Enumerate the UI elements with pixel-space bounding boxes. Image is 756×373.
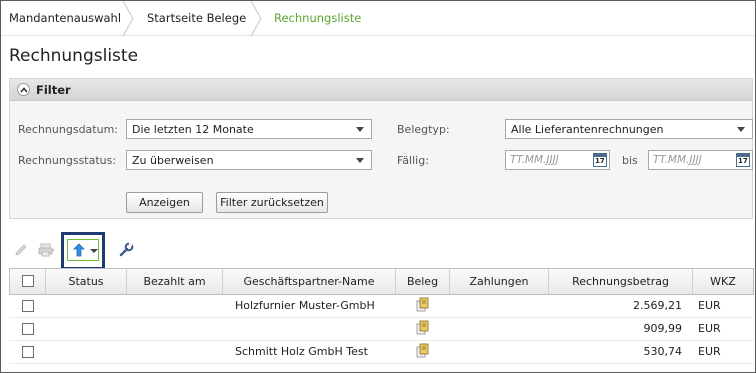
cell-bezahlt-am xyxy=(126,295,222,317)
dropdown-arrow-icon xyxy=(356,158,364,163)
breadcrumb-item-rechnungsliste[interactable]: Rechnungsliste xyxy=(274,1,361,36)
pencil-icon[interactable] xyxy=(14,243,28,257)
faellig-to-placeholder: TT.MM.JJJJ xyxy=(653,154,702,166)
table-row[interactable]: 909,99 EUR xyxy=(9,318,754,341)
cell-rechnungsbetrag: 530,74 xyxy=(643,345,683,358)
breadcrumb-item-startseite-belege[interactable]: Startseite Belege xyxy=(147,1,246,36)
row-checkbox[interactable] xyxy=(22,346,34,358)
print-icon[interactable] xyxy=(38,242,56,258)
cell-status xyxy=(45,318,126,340)
upload-arrow-icon xyxy=(73,243,85,257)
calendar-icon[interactable]: 17 xyxy=(736,153,750,167)
row-checkbox[interactable] xyxy=(22,323,34,335)
cell-rechnungsbetrag: 2.569,21 xyxy=(633,299,682,312)
document-icon[interactable] xyxy=(415,343,429,359)
rechnungsstatus-label: Rechnungsstatus: xyxy=(18,154,117,167)
wrench-icon[interactable] xyxy=(119,242,134,257)
faellig-from-placeholder: TT.MM.JJJJ xyxy=(510,154,559,166)
cell-wkz: EUR xyxy=(698,345,721,358)
column-header-wkz[interactable]: WKZ xyxy=(693,269,753,294)
rechnungsstatus-value: Zu überweisen xyxy=(132,154,214,167)
collapse-chevron-icon[interactable] xyxy=(17,83,30,96)
filter-title: Filter xyxy=(36,83,71,97)
cell-status xyxy=(45,341,126,363)
select-all-checkbox[interactable] xyxy=(22,275,34,287)
belegtyp-value: Alle Lieferantenrechnungen xyxy=(511,123,664,136)
table-header: Status Bezahlt am Geschäftspartner-Name … xyxy=(9,268,754,295)
breadcrumb-separator-icon xyxy=(250,1,262,36)
table-row[interactable]: Schmitt Holz GmbH Test 530,74 EUR xyxy=(9,341,754,364)
cell-wkz: EUR xyxy=(698,322,721,335)
column-header-beleg[interactable]: Beleg xyxy=(396,269,450,294)
filter-panel: Filter Rechnungsdatum: Die letzten 12 Mo… xyxy=(9,78,753,219)
rechnungsdatum-value: Die letzten 12 Monate xyxy=(132,123,254,136)
sort-button[interactable] xyxy=(67,239,99,261)
dropdown-arrow-icon xyxy=(356,127,364,132)
app-frame: Mandantenauswahl Startseite Belege Rechn… xyxy=(0,0,756,373)
cell-partner xyxy=(235,318,395,340)
belegtyp-label: Belegtyp: xyxy=(397,123,450,136)
bis-label: bis xyxy=(622,154,638,167)
faellig-to-field[interactable]: TT.MM.JJJJ 17 xyxy=(648,150,753,170)
sort-button-highlight xyxy=(61,232,105,270)
rechnungsstatus-select[interactable]: Zu überweisen xyxy=(126,150,372,170)
filter-header[interactable]: Filter xyxy=(10,79,752,101)
breadcrumb-separator-icon xyxy=(122,1,134,36)
faellig-label: Fällig: xyxy=(397,154,429,167)
column-header-zahlungen[interactable]: Zahlungen xyxy=(450,269,549,294)
filter-reset-button[interactable]: Filter zurücksetzen xyxy=(216,192,328,213)
anzeigen-button[interactable]: Anzeigen xyxy=(126,192,203,213)
cell-partner: Schmitt Holz GmbH Test xyxy=(235,345,368,358)
breadcrumb: Mandantenauswahl Startseite Belege Rechn… xyxy=(1,1,755,36)
cell-status xyxy=(45,295,126,317)
cell-bezahlt-am xyxy=(126,341,222,363)
rechnungsdatum-label: Rechnungsdatum: xyxy=(18,123,118,136)
column-header-partner[interactable]: Geschäftspartner-Name xyxy=(223,269,396,294)
chevron-down-icon xyxy=(90,249,98,253)
table-row[interactable]: Holzfurnier Muster-GmbH 2.569,21 EUR xyxy=(9,295,754,318)
breadcrumb-item-mandantenauswahl[interactable]: Mandantenauswahl xyxy=(9,1,121,36)
cell-partner: Holzfurnier Muster-GmbH xyxy=(235,299,375,312)
cell-bezahlt-am xyxy=(126,318,222,340)
column-header-status[interactable]: Status xyxy=(46,269,127,294)
document-icon[interactable] xyxy=(415,297,429,313)
dropdown-arrow-icon xyxy=(737,127,745,132)
column-header-rechnungsbetrag[interactable]: Rechnungsbetrag xyxy=(549,269,693,294)
rechnungsdatum-select[interactable]: Die letzten 12 Monate xyxy=(126,119,372,139)
column-header-bezahlt-am[interactable]: Bezahlt am xyxy=(127,269,223,294)
row-checkbox[interactable] xyxy=(22,300,34,312)
document-icon[interactable] xyxy=(415,320,429,336)
header-select-all[interactable] xyxy=(10,269,46,294)
belegtyp-select[interactable]: Alle Lieferantenrechnungen xyxy=(505,119,753,139)
cell-rechnungsbetrag: 909,99 xyxy=(643,322,683,335)
faellig-from-field[interactable]: TT.MM.JJJJ 17 xyxy=(505,150,610,170)
page-title: Rechnungsliste xyxy=(9,46,139,66)
cell-wkz: EUR xyxy=(698,299,721,312)
calendar-icon[interactable]: 17 xyxy=(593,153,607,167)
